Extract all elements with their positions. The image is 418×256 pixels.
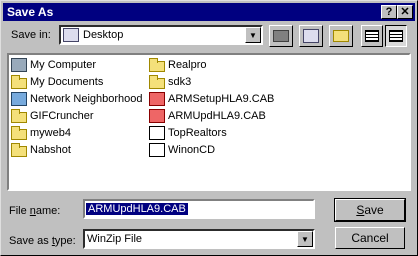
file-name-input[interactable]: ARMUpdHLA9.CAB [83, 199, 315, 219]
list-view-button[interactable] [361, 25, 383, 47]
save-in-value: Desktop [83, 29, 124, 41]
shortcut-icon [149, 126, 165, 140]
list-item[interactable]: Network Neighborhood [11, 91, 143, 107]
folder-icon [11, 125, 27, 140]
documents-folder-icon [11, 74, 27, 89]
save-as-type-combo[interactable]: WinZip File ▼ [83, 229, 315, 249]
file-name-label: File name: [9, 205, 61, 217]
folder-icon [11, 142, 27, 157]
list-item[interactable]: Nabshot [11, 142, 71, 158]
shortcut-icon [149, 143, 165, 157]
details-view-button[interactable] [385, 25, 407, 47]
title-bar: Save As ? ✕ [3, 3, 415, 21]
file-name-value: ARMUpdHLA9.CAB [86, 203, 188, 215]
save-button[interactable]: Save [334, 198, 406, 222]
cab-file-icon [149, 92, 165, 106]
desktop-icon [303, 29, 319, 43]
list-item[interactable]: GIFCruncher [11, 108, 94, 124]
desktop-icon [63, 28, 79, 42]
chevron-down-icon[interactable]: ▼ [297, 231, 313, 247]
close-button[interactable]: ✕ [397, 5, 413, 19]
list-item[interactable]: TopRealtors [149, 125, 227, 141]
file-list[interactable]: My Computer My Documents Network Neighbo… [7, 53, 411, 191]
folder-icon [149, 57, 165, 72]
folder-icon [149, 74, 165, 89]
up-folder-icon [273, 30, 289, 42]
save-as-type-label: Save as type: [9, 235, 76, 247]
list-item[interactable]: sdk3 [149, 74, 191, 90]
list-item[interactable]: My Computer [11, 57, 96, 73]
chevron-down-icon[interactable]: ▼ [245, 27, 261, 43]
help-button[interactable]: ? [381, 5, 397, 19]
computer-icon [11, 58, 27, 72]
desktop-shortcut-button[interactable] [299, 25, 323, 47]
new-folder-button[interactable] [329, 25, 353, 47]
cab-file-icon [149, 109, 165, 123]
details-view-icon [389, 30, 403, 42]
save-in-label: Save in: [11, 29, 51, 41]
list-item[interactable]: Realpro [149, 57, 207, 73]
network-icon [11, 92, 27, 106]
list-item[interactable]: ARMSetupHLA9.CAB [149, 91, 274, 107]
save-as-dialog: Save As ? ✕ Save in: Desktop ▼ My Comput… [0, 0, 418, 256]
cancel-button[interactable]: Cancel [335, 227, 405, 249]
new-folder-icon [333, 30, 349, 42]
folder-icon [11, 108, 27, 123]
save-in-combo[interactable]: Desktop ▼ [59, 25, 263, 45]
list-item[interactable]: ARMUpdHLA9.CAB [149, 108, 266, 124]
dialog-title: Save As [7, 5, 54, 19]
save-as-type-value: WinZip File [87, 233, 143, 245]
up-one-level-button[interactable] [269, 25, 293, 47]
list-view-icon [365, 30, 379, 42]
list-item[interactable]: myweb4 [11, 125, 71, 141]
list-item[interactable]: My Documents [11, 74, 103, 90]
list-item[interactable]: WinonCD [149, 142, 215, 158]
